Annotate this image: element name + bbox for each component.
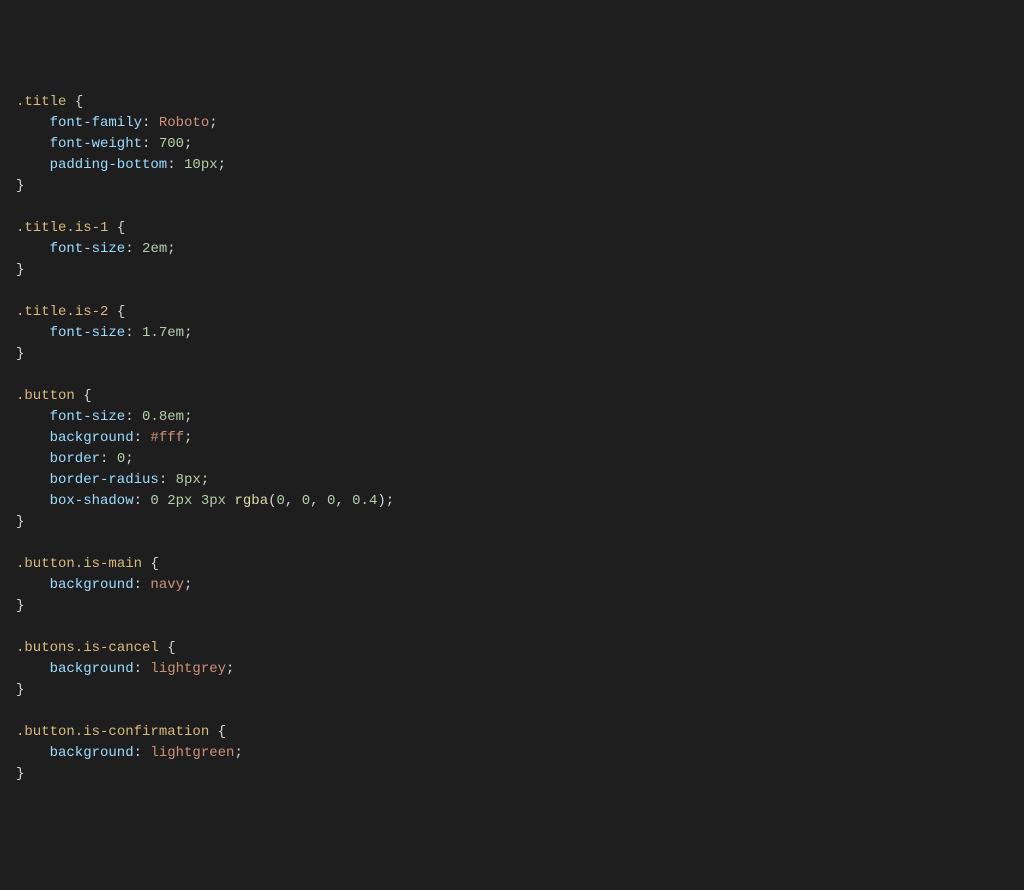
css-property: border (50, 451, 100, 467)
css-declaration: border-radius: 8px; (16, 470, 1008, 491)
css-declaration: font-weight: 700; (16, 134, 1008, 155)
css-declaration: border: 0; (16, 449, 1008, 470)
css-value: 10px (184, 157, 218, 173)
css-declaration: font-family: Roboto; (16, 113, 1008, 134)
blank-line (16, 701, 1008, 722)
css-value: Roboto (159, 115, 209, 131)
css-value: 0 (117, 451, 125, 467)
css-value: 2em (142, 241, 167, 257)
css-value: navy (150, 577, 184, 593)
css-declaration: font-size: 0.8em; (16, 407, 1008, 428)
code-editor[interactable]: .title { font-family: Roboto; font-weigh… (16, 92, 1008, 785)
css-selector-line: .title.is-1 { (16, 218, 1008, 239)
css-declaration: background: navy; (16, 575, 1008, 596)
css-property: font-weight (50, 136, 142, 152)
css-selector: .title (16, 94, 66, 110)
css-value: 1.7em (142, 325, 184, 341)
css-declaration: box-shadow: 0 2px 3px rgba(0, 0, 0, 0.4)… (16, 491, 1008, 512)
css-selector: .button.is-confirmation (16, 724, 209, 740)
css-declaration: font-size: 1.7em; (16, 323, 1008, 344)
css-selector-line: .title { (16, 92, 1008, 113)
css-property: background (50, 661, 134, 677)
css-property: padding-bottom (50, 157, 168, 173)
css-value: 8px (176, 472, 201, 488)
css-selector-line: .title.is-2 { (16, 302, 1008, 323)
blank-line (16, 197, 1008, 218)
css-declaration: font-size: 2em; (16, 239, 1008, 260)
css-declaration: background: lightgrey; (16, 659, 1008, 680)
blank-line (16, 617, 1008, 638)
css-selector: .title.is-1 (16, 220, 108, 236)
css-value: 700 (159, 136, 184, 152)
css-property: font-size (50, 325, 126, 341)
css-selector-line: .button.is-main { (16, 554, 1008, 575)
css-brace-close: } (16, 596, 1008, 617)
css-selector: .butons.is-cancel (16, 640, 159, 656)
css-brace-close: } (16, 344, 1008, 365)
blank-line (16, 281, 1008, 302)
css-property: background (50, 430, 134, 446)
css-value: lightgreen (150, 745, 234, 761)
css-brace-close: } (16, 260, 1008, 281)
css-selector-line: .button.is-confirmation { (16, 722, 1008, 743)
css-selector: .title.is-2 (16, 304, 108, 320)
css-property: box-shadow (50, 493, 134, 509)
css-selector: .button (16, 388, 75, 404)
css-selector: .button.is-main (16, 556, 142, 572)
css-property: border-radius (50, 472, 159, 488)
css-declaration: background: lightgreen; (16, 743, 1008, 764)
css-brace-close: } (16, 764, 1008, 785)
css-property: font-size (50, 409, 126, 425)
css-value: 0.8em (142, 409, 184, 425)
blank-line (16, 533, 1008, 554)
css-brace-close: } (16, 512, 1008, 533)
css-brace-close: } (16, 176, 1008, 197)
css-property: font-family (50, 115, 142, 131)
css-selector-line: .butons.is-cancel { (16, 638, 1008, 659)
css-value: lightgrey (150, 661, 226, 677)
css-brace-close: } (16, 680, 1008, 701)
css-property: font-size (50, 241, 126, 257)
blank-line (16, 365, 1008, 386)
css-selector-line: .button { (16, 386, 1008, 407)
css-property: background (50, 577, 134, 593)
css-declaration: background: #fff; (16, 428, 1008, 449)
css-value: 0 2px 3px rgba(0, 0, 0, 0.4) (150, 493, 385, 509)
css-property: background (50, 745, 134, 761)
css-value: #fff (150, 430, 184, 446)
css-declaration: padding-bottom: 10px; (16, 155, 1008, 176)
